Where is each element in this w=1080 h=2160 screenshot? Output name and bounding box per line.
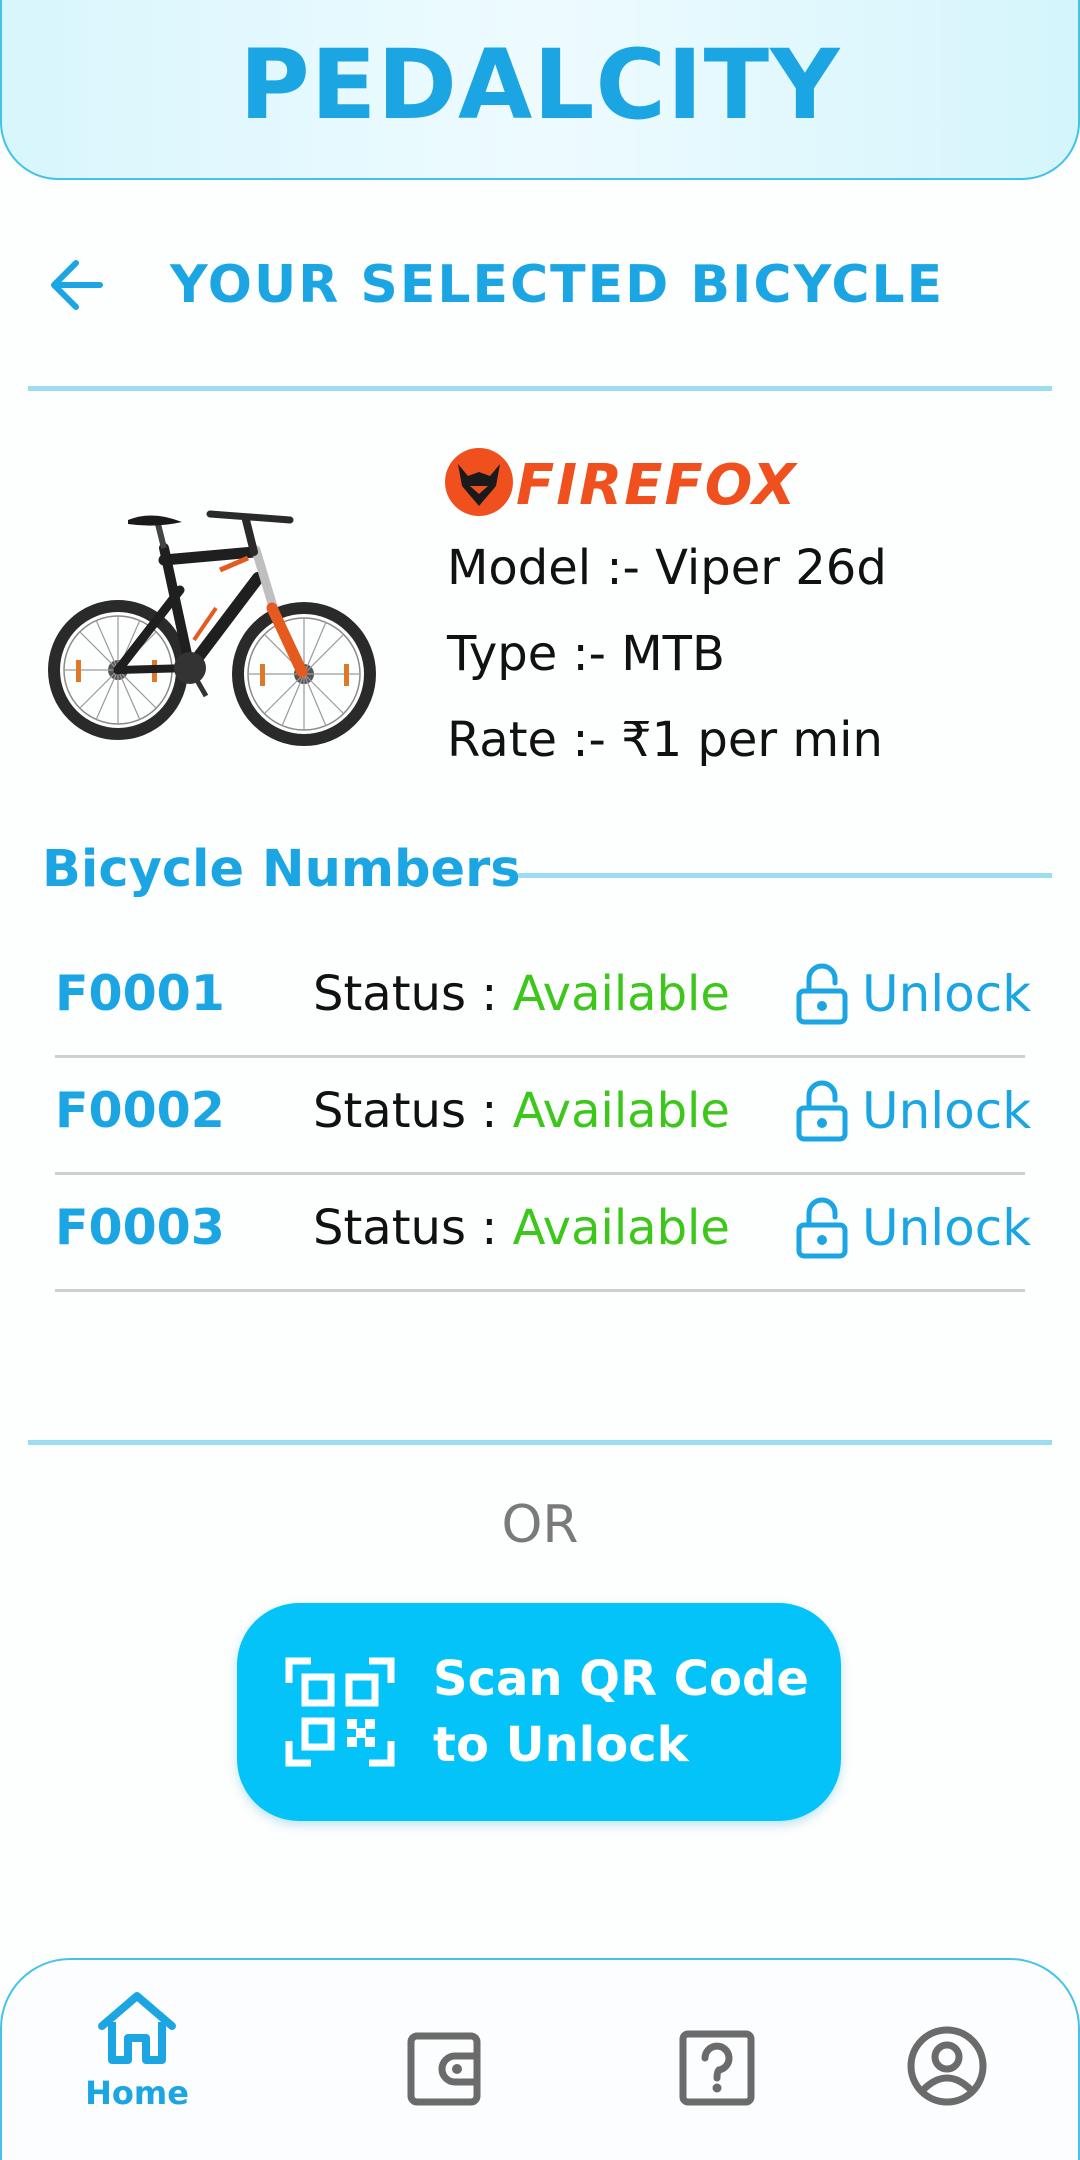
unlock-icon xyxy=(796,1197,848,1259)
model-text: Model :- Viper 26d xyxy=(447,540,887,596)
app-header: PEDALCITY xyxy=(0,0,1080,180)
bottom-navigation: Home xyxy=(0,1958,1080,2160)
nav-home-label: Home xyxy=(85,2074,189,2112)
bicycle-row: F0003 Status : Available Unlock xyxy=(55,1172,1031,1292)
scan-label-line1: Scan QR Code xyxy=(433,1651,809,1707)
bicycle-number: F0001 xyxy=(55,965,225,1022)
screen: PEDALCITY YOUR SELECTED BICYCLE FIREFOX … xyxy=(0,0,1080,2160)
status-text: Status : Available xyxy=(313,1055,730,1167)
scan-label-line2: to Unlock xyxy=(433,1717,689,1773)
nav-help[interactable] xyxy=(632,1990,802,2140)
status-value: Available xyxy=(512,1083,730,1139)
bicycle-row: F0002 Status : Available Unlock xyxy=(55,1055,1031,1175)
status-label: Status : xyxy=(313,966,513,1022)
top-divider xyxy=(28,386,1052,391)
unlock-button-f0001[interactable]: Unlock xyxy=(795,938,1031,1050)
bicycle-row: F0001 Status : Available Unlock xyxy=(55,938,1031,1058)
status-label: Status : xyxy=(313,1200,513,1256)
bicycle-number: F0003 xyxy=(55,1199,225,1256)
nav-profile[interactable] xyxy=(862,1990,1032,2140)
status-text: Status : Available xyxy=(313,1172,730,1284)
unlock-label: Unlock xyxy=(862,1199,1032,1257)
wallet-icon xyxy=(407,2032,481,2106)
heading-divider xyxy=(518,873,1052,878)
qr-code-icon xyxy=(285,1657,395,1767)
status-value: Available xyxy=(512,966,730,1022)
nav-home[interactable]: Home xyxy=(52,1990,222,2140)
page-title: YOUR SELECTED BICYCLE xyxy=(170,255,945,315)
or-separator: OR xyxy=(501,1495,579,1555)
firefox-brand-logo: FIREFOX xyxy=(445,448,798,518)
bicycle-details: Model :- Viper 26d Type :- MTB Rate :- ₹… xyxy=(447,530,887,788)
bicycle-numbers-heading: Bicycle Numbers xyxy=(42,840,521,899)
help-icon xyxy=(679,2030,755,2106)
scan-qr-button[interactable]: Scan QR Code to Unlock xyxy=(237,1603,841,1821)
app-title: PEDALCITY xyxy=(239,29,841,141)
svg-text:FIREFOX: FIREFOX xyxy=(516,453,798,518)
unlock-button-f0003[interactable]: Unlock xyxy=(795,1172,1031,1284)
back-arrow-icon[interactable] xyxy=(44,252,110,318)
bicycle-image xyxy=(48,510,376,746)
status-label: Status : xyxy=(313,1083,513,1139)
status-text: Status : Available xyxy=(313,938,730,1050)
bottom-divider xyxy=(28,1440,1052,1445)
unlock-button-f0002[interactable]: Unlock xyxy=(795,1055,1031,1167)
scan-qr-label: Scan QR Code to Unlock xyxy=(433,1646,833,1778)
bicycle-number: F0002 xyxy=(55,1082,225,1139)
profile-icon xyxy=(907,2026,987,2106)
home-icon xyxy=(98,1992,176,2064)
rate-text: Rate :- ₹1 per min xyxy=(447,712,883,768)
type-text: Type :- MTB xyxy=(447,626,725,682)
unlock-label: Unlock xyxy=(862,1082,1032,1140)
nav-wallet[interactable] xyxy=(360,1990,530,2140)
unlock-icon xyxy=(796,963,848,1025)
status-value: Available xyxy=(512,1200,730,1256)
unlock-icon xyxy=(796,1080,848,1142)
unlock-label: Unlock xyxy=(862,965,1032,1023)
page-title-row: YOUR SELECTED BICYCLE xyxy=(44,240,944,330)
